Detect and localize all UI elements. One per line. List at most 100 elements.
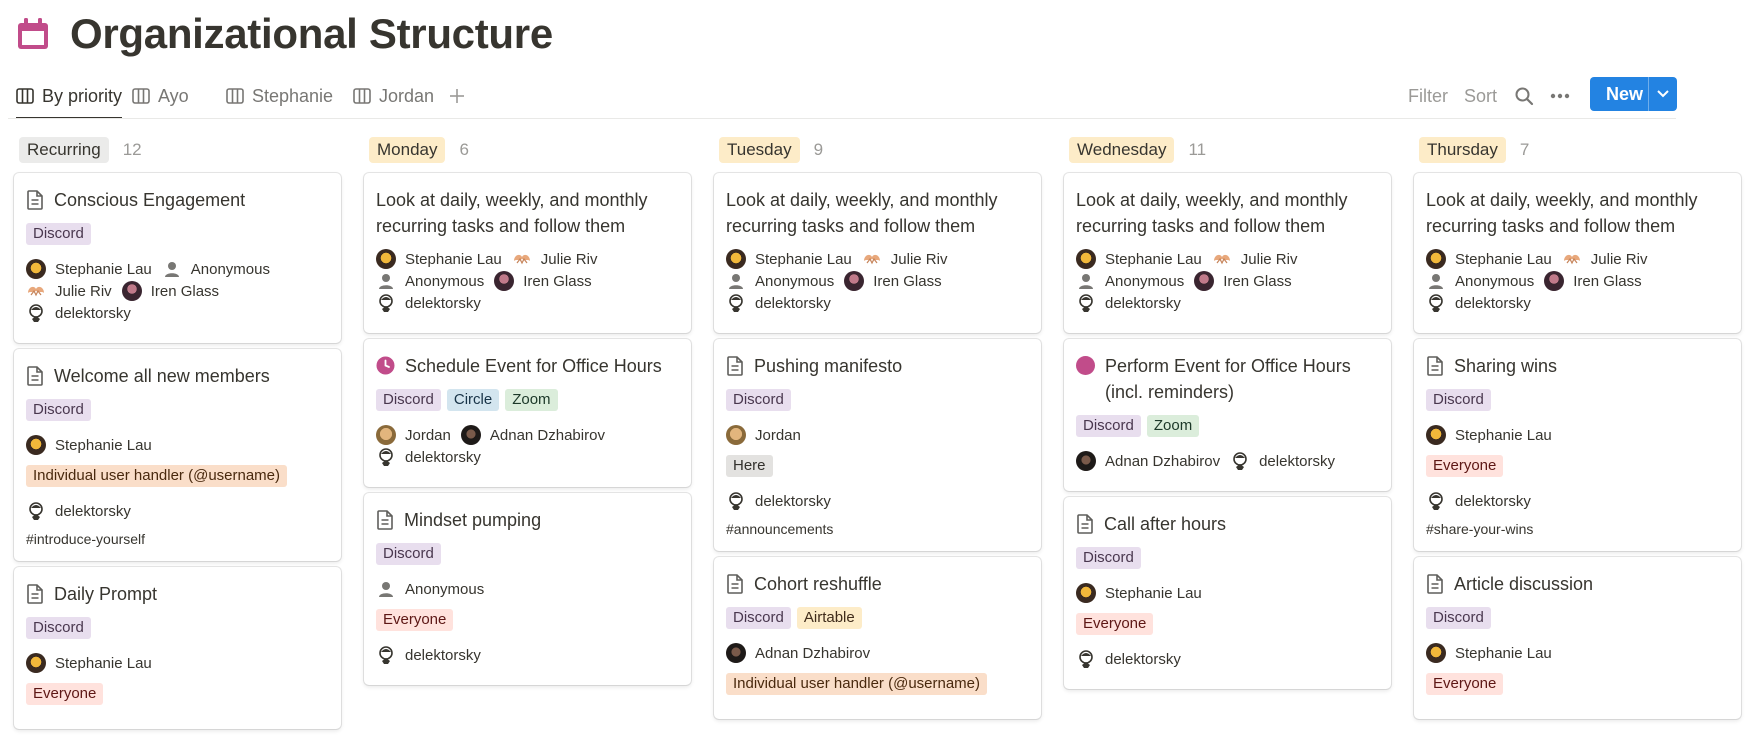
platform-tag: Zoom bbox=[1146, 415, 1200, 437]
new-button[interactable]: New bbox=[1590, 77, 1677, 111]
assignee: delektorsky bbox=[1076, 649, 1181, 669]
card-title[interactable]: Schedule Event for Office Hours bbox=[376, 353, 679, 379]
assignee: Stephanie Lau bbox=[26, 435, 152, 455]
board-card[interactable]: Look at daily, weekly, and monthly recur… bbox=[364, 173, 691, 333]
page-icon bbox=[377, 510, 393, 530]
channel-name: #introduce-yourself bbox=[26, 531, 146, 547]
card-list: Conscious Engagement Discord Stephanie Lau… bbox=[14, 173, 341, 729]
status-dot-icon bbox=[1076, 356, 1095, 375]
board-card[interactable]: Perform Event for Office Hours (incl. re… bbox=[1064, 339, 1391, 491]
assignee: Stephanie Lau bbox=[1426, 643, 1552, 663]
assignee-name: Stephanie Lau bbox=[1455, 426, 1552, 444]
column-header: Recurring 12 bbox=[19, 137, 341, 163]
card-icon bbox=[376, 510, 394, 530]
tab-ayo[interactable]: Ayo bbox=[132, 76, 189, 116]
board-card[interactable]: Conscious Engagement Discord Stephanie Lau… bbox=[14, 173, 341, 343]
tag-row: Discord Zoom bbox=[1076, 415, 1379, 437]
assignee-name: Julie Riv bbox=[55, 282, 112, 300]
card-title[interactable]: Look at daily, weekly, and monthly recur… bbox=[1426, 187, 1729, 239]
delektorsky-avatar bbox=[726, 293, 746, 313]
platform-tag: Discord bbox=[1076, 547, 1141, 569]
calendar-icon[interactable] bbox=[16, 17, 50, 51]
iren-avatar bbox=[1194, 271, 1215, 291]
board-card[interactable]: Look at daily, weekly, and monthly recur… bbox=[714, 173, 1041, 333]
assignee-name: delektorsky bbox=[405, 448, 481, 466]
column-header: Wednesday 11 bbox=[1069, 137, 1391, 163]
board-card[interactable]: Mindset pumping Discord Anonymous Everyone d… bbox=[364, 493, 691, 685]
sort-button[interactable]: Sort bbox=[1464, 76, 1497, 116]
card-title-text: Cohort reshuffle bbox=[754, 574, 882, 594]
page-icon bbox=[1427, 356, 1443, 376]
search-button[interactable] bbox=[1514, 76, 1534, 116]
card-title[interactable]: Look at daily, weekly, and monthly recur… bbox=[1076, 187, 1379, 239]
card-title[interactable]: Mindset pumping bbox=[376, 507, 679, 533]
card-icon bbox=[26, 366, 44, 386]
board-card[interactable]: Pushing manifesto Discord Jordan Here delekt… bbox=[714, 339, 1041, 551]
platform-tag: Zoom bbox=[505, 389, 558, 411]
page-title[interactable]: Organizational Structure bbox=[70, 10, 553, 58]
card-list: Look at daily, weekly, and monthly recur… bbox=[1064, 173, 1391, 689]
tab-label: Jordan bbox=[379, 85, 435, 106]
board-card[interactable]: Call after hours Discord Stephanie Lau Ever… bbox=[1064, 497, 1391, 689]
card-title[interactable]: Article discussion bbox=[1426, 571, 1729, 597]
adnan-avatar bbox=[460, 425, 481, 445]
board-card[interactable]: Schedule Event for Office Hours Discord Ci… bbox=[364, 339, 691, 487]
more-options-button[interactable] bbox=[1549, 76, 1571, 116]
board-card[interactable]: Article discussion Discord Stephanie Lau Ev… bbox=[1414, 557, 1741, 719]
card-title[interactable]: Call after hours bbox=[1076, 511, 1379, 537]
assignee-name: Anonymous bbox=[755, 272, 835, 290]
tag-row: Discord bbox=[1076, 547, 1379, 569]
card-title[interactable]: Daily Prompt bbox=[26, 581, 329, 607]
audience-row: Here bbox=[726, 455, 1029, 477]
assignee-name: Adnan Dzhabirov bbox=[1105, 452, 1221, 470]
assignee-name: delektorsky bbox=[405, 646, 481, 664]
assignee-row: Anonymous bbox=[376, 579, 679, 601]
delektorsky-avatar bbox=[376, 645, 396, 665]
column-header: Tuesday 9 bbox=[719, 137, 1041, 163]
board-card[interactable]: Look at daily, weekly, and monthly recur… bbox=[1414, 173, 1741, 333]
card-title[interactable]: Pushing manifesto bbox=[726, 353, 1029, 379]
board-card[interactable]: Welcome all new members Discord Stephanie … bbox=[14, 349, 341, 561]
card-title[interactable]: Sharing wins bbox=[1426, 353, 1729, 379]
filter-button[interactable]: Filter bbox=[1408, 76, 1448, 116]
platform-tag: Circle bbox=[446, 389, 500, 411]
iren-avatar bbox=[1544, 271, 1565, 291]
column-count: 6 bbox=[459, 140, 469, 159]
assignee: Stephanie Lau bbox=[26, 653, 152, 673]
board-card[interactable]: Cohort reshuffle Discord Airtable Adnan Dzh… bbox=[714, 557, 1041, 719]
card-title[interactable]: Perform Event for Office Hours (incl. re… bbox=[1076, 353, 1379, 405]
board-card[interactable]: Sharing wins Discord Stephanie Lau Everyone… bbox=[1414, 339, 1741, 551]
card-title[interactable]: Look at daily, weekly, and monthly recur… bbox=[376, 187, 679, 239]
assignee-name: Stephanie Lau bbox=[755, 250, 852, 268]
assignee: Anonymous bbox=[1426, 271, 1534, 291]
column-label[interactable]: Thursday bbox=[1419, 137, 1506, 163]
card-title-text: Welcome all new members bbox=[54, 366, 270, 386]
board-column: Wednesday 11 Look at daily, weekly, and mo… bbox=[1064, 137, 1391, 695]
new-dropdown-button[interactable] bbox=[1649, 89, 1677, 99]
tab-stephanie[interactable]: Stephanie bbox=[226, 76, 333, 116]
assignee-name: Julie Riv bbox=[890, 250, 948, 268]
assignee: Iren Glass bbox=[494, 271, 592, 291]
card-title[interactable]: Conscious Engagement bbox=[26, 187, 329, 213]
card-title[interactable]: Look at daily, weekly, and monthly recur… bbox=[726, 187, 1029, 239]
card-title[interactable]: Cohort reshuffle bbox=[726, 571, 1029, 597]
board-card[interactable]: Daily Prompt Discord Stephanie Lau Everyone bbox=[14, 567, 341, 729]
column-label[interactable]: Monday bbox=[369, 137, 446, 163]
column-label[interactable]: Recurring bbox=[19, 137, 109, 163]
assignee-name: delektorsky bbox=[1105, 294, 1181, 312]
add-view-button[interactable] bbox=[448, 76, 466, 116]
column-label[interactable]: Tuesday bbox=[719, 137, 800, 163]
assignee-name: Anonymous bbox=[405, 580, 485, 598]
assignee-row: Stephanie Lau bbox=[1076, 583, 1379, 605]
card-title[interactable]: Welcome all new members bbox=[26, 363, 329, 389]
platform-tag: Discord bbox=[376, 389, 441, 411]
assignee: delektorsky bbox=[726, 491, 831, 511]
assignee: Iren Glass bbox=[844, 271, 942, 291]
platform-tag: Discord bbox=[26, 617, 91, 639]
tab-jordan[interactable]: Jordan bbox=[353, 76, 434, 116]
tab-by-priority[interactable]: By priority bbox=[16, 76, 123, 119]
column-label[interactable]: Wednesday bbox=[1069, 137, 1175, 163]
assignee: Adnan Dzhabirov bbox=[460, 425, 605, 445]
card-title-text: Daily Prompt bbox=[54, 584, 158, 604]
board-card[interactable]: Look at daily, weekly, and monthly recur… bbox=[1064, 173, 1391, 333]
